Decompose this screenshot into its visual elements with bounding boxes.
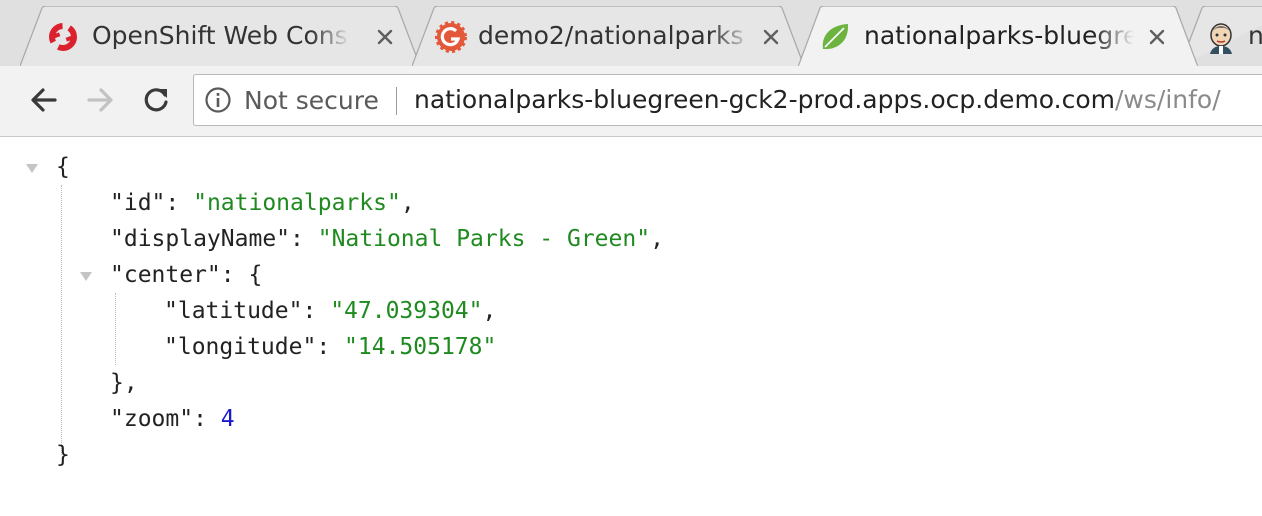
json-line: "id": "nationalparks", xyxy=(110,190,415,216)
gogs-icon xyxy=(434,20,468,54)
collapse-toggle-center[interactable] xyxy=(79,269,93,283)
json-line: "longitude": "14.505178" xyxy=(164,334,497,360)
browser-toolbar: Not secure nationalparks-bluegreen-gck2-… xyxy=(0,66,1262,137)
url-host: nationalparks-bluegreen-gck2-prod.apps.o… xyxy=(414,85,1115,114)
json-brace: } xyxy=(110,370,124,396)
url-path: /ws/info/ xyxy=(1115,85,1221,114)
info-icon xyxy=(205,87,231,113)
security-label: Not secure xyxy=(244,85,379,115)
json-line: "displayName": "National Parks - Green", xyxy=(110,226,664,252)
close-icon[interactable] xyxy=(1142,22,1172,52)
spring-leaf-icon xyxy=(818,20,852,54)
json-key-longitude: "longitude" xyxy=(164,334,317,360)
tab-title: OpenShift Web Console xyxy=(92,21,350,50)
tab-title: demo2/nationalparks xyxy=(478,21,744,50)
forward-arrow-icon xyxy=(87,88,113,112)
json-value-zoom: 4 xyxy=(220,406,235,432)
json-line: "center": { xyxy=(110,262,263,288)
json-viewer: { "id": "nationalparks", "displayName": … xyxy=(0,137,1262,516)
back-button[interactable] xyxy=(24,80,64,120)
tab-strip: OpenShift Web Console demo2/nationalpark… xyxy=(0,0,1262,66)
json-key-latitude: "latitude" xyxy=(164,298,303,324)
json-key-zoom: "zoom" xyxy=(110,406,194,432)
tab-demo2-nationalparks[interactable]: demo2/nationalparks xyxy=(412,6,804,66)
address-bar[interactable]: Not secure nationalparks-bluegreen-gck2-… xyxy=(193,74,1262,126)
reload-icon xyxy=(144,88,168,112)
json-line: }, xyxy=(110,370,138,396)
security-indicator[interactable]: Not secure xyxy=(204,83,379,117)
openshift-icon xyxy=(46,20,80,54)
back-arrow-icon xyxy=(31,88,57,112)
json-line: } xyxy=(56,437,70,473)
json-key-center: "center" xyxy=(110,262,221,288)
json-value-longitude: "14.505178" xyxy=(344,334,497,360)
json-line: { xyxy=(56,149,70,185)
tab-title: nationalparks-bluegreen xyxy=(864,21,1134,50)
json-line: "latitude": "47.039304", xyxy=(164,298,497,324)
json-line: "zoom": 4 xyxy=(110,406,235,432)
browser-window: OpenShift Web Console demo2/nationalpark… xyxy=(0,0,1262,516)
json-key-displayname: "displayName" xyxy=(110,226,291,252)
tab-openshift-console[interactable]: OpenShift Web Console xyxy=(20,6,420,66)
json-brace: { xyxy=(56,154,70,180)
close-icon[interactable] xyxy=(756,22,786,52)
indent-guide xyxy=(115,293,116,365)
close-icon[interactable] xyxy=(370,22,400,52)
json-brace: } xyxy=(56,442,70,468)
indent-guide xyxy=(61,185,62,455)
json-value-id: "nationalparks" xyxy=(193,190,401,216)
reload-button[interactable] xyxy=(136,80,176,120)
json-value-displayname: "National Parks - Green" xyxy=(317,226,651,252)
tab-title: n xyxy=(1248,21,1262,50)
collapse-toggle-root[interactable] xyxy=(25,161,39,175)
forward-button[interactable] xyxy=(80,80,120,120)
json-key-id: "id" xyxy=(110,190,166,216)
url-text[interactable]: nationalparks-bluegreen-gck2-prod.apps.o… xyxy=(414,83,1221,117)
jenkins-icon xyxy=(1204,20,1238,54)
tab-nationalparks-bluegreen[interactable]: nationalparks-bluegreen xyxy=(798,6,1198,66)
omnibox-divider xyxy=(396,87,397,115)
json-brace: { xyxy=(248,262,263,288)
json-value-latitude: "47.039304" xyxy=(330,298,483,324)
